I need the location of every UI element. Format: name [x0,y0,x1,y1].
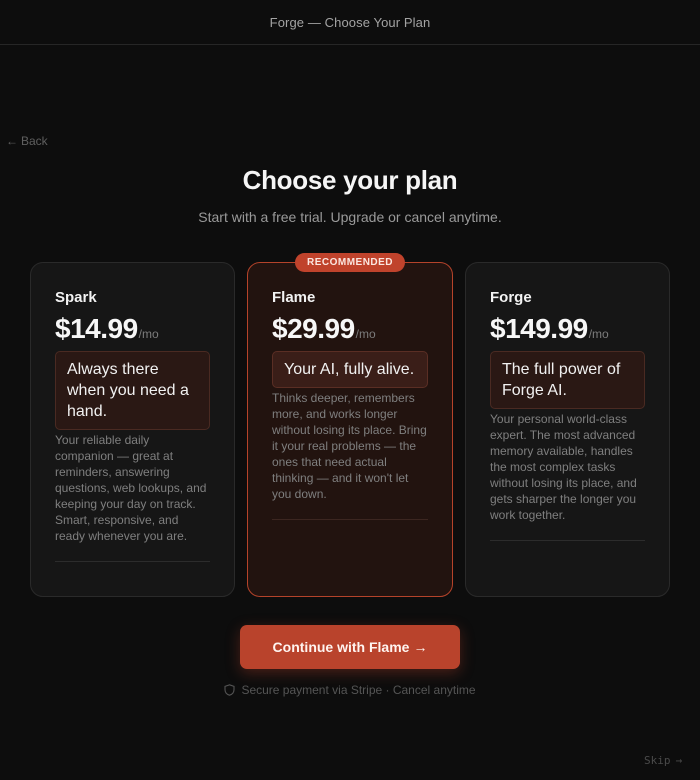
price-period: /mo [138,327,159,341]
divider [490,540,645,541]
page-title: Choose your plan [242,165,458,195]
price-period: /mo [588,327,609,341]
arrow-left-icon: ← [6,134,18,148]
plan-name: Forge [490,289,532,306]
plan-price: $149.99 [490,313,588,344]
divider [272,519,428,520]
back-link[interactable]: ← Back [6,134,48,148]
back-label: Back [21,134,48,148]
shield-icon [224,684,235,696]
secure-payment-note: Secure payment via Stripe · Cancel anyti… [0,683,700,697]
plan-price: $29.99 [272,313,355,344]
plan-name: Spark [55,289,97,306]
price-row: $14.99 /mo [55,313,210,345]
divider [55,561,210,562]
plan-name: Flame [272,289,316,306]
plan-tagline: The full power of Forge AI. [490,351,645,409]
plan-card-flame[interactable]: RECOMMENDED Flame $29.99 /mo Your AI, fu… [247,253,453,597]
page-subtitle: Start with a free trial. Upgrade or canc… [198,209,502,225]
window-title: Forge — Choose Your Plan [269,14,431,30]
arrow-right-icon: → [675,754,683,767]
window-titlebar: Forge — Choose Your Plan [0,0,700,45]
arrow-right-icon: → [413,639,428,655]
recommended-badge: RECOMMENDED [294,253,406,272]
plan-tagline: Always there when you need a hand. [55,351,210,430]
plan-card-forge[interactable]: Forge $149.99 /mo The full power of Forg… [465,262,670,597]
price-period: /mo [355,327,376,341]
plan-tagline: Your AI, fully alive. [272,351,428,388]
continue-button[interactable]: Continue with Flame → [240,625,460,669]
continue-button-label: Continue with Flame [272,639,410,655]
plan-description: Thinks deeper, remembers more, and works… [272,391,427,501]
plan-card-spark[interactable]: Spark $14.99 /mo Always there when you n… [30,262,235,597]
plan-description: Your reliable daily companion — great at… [55,433,207,543]
plan-description: Your personal world-class expert. The mo… [490,412,637,522]
skip-link[interactable]: Skip → [644,754,682,767]
price-row: $149.99 /mo [490,313,645,345]
plan-price: $14.99 [55,313,138,344]
price-row: $29.99 /mo [272,313,428,345]
secure-payment-text: Secure payment via Stripe · Cancel anyti… [241,683,476,697]
skip-label: Skip [644,754,671,767]
